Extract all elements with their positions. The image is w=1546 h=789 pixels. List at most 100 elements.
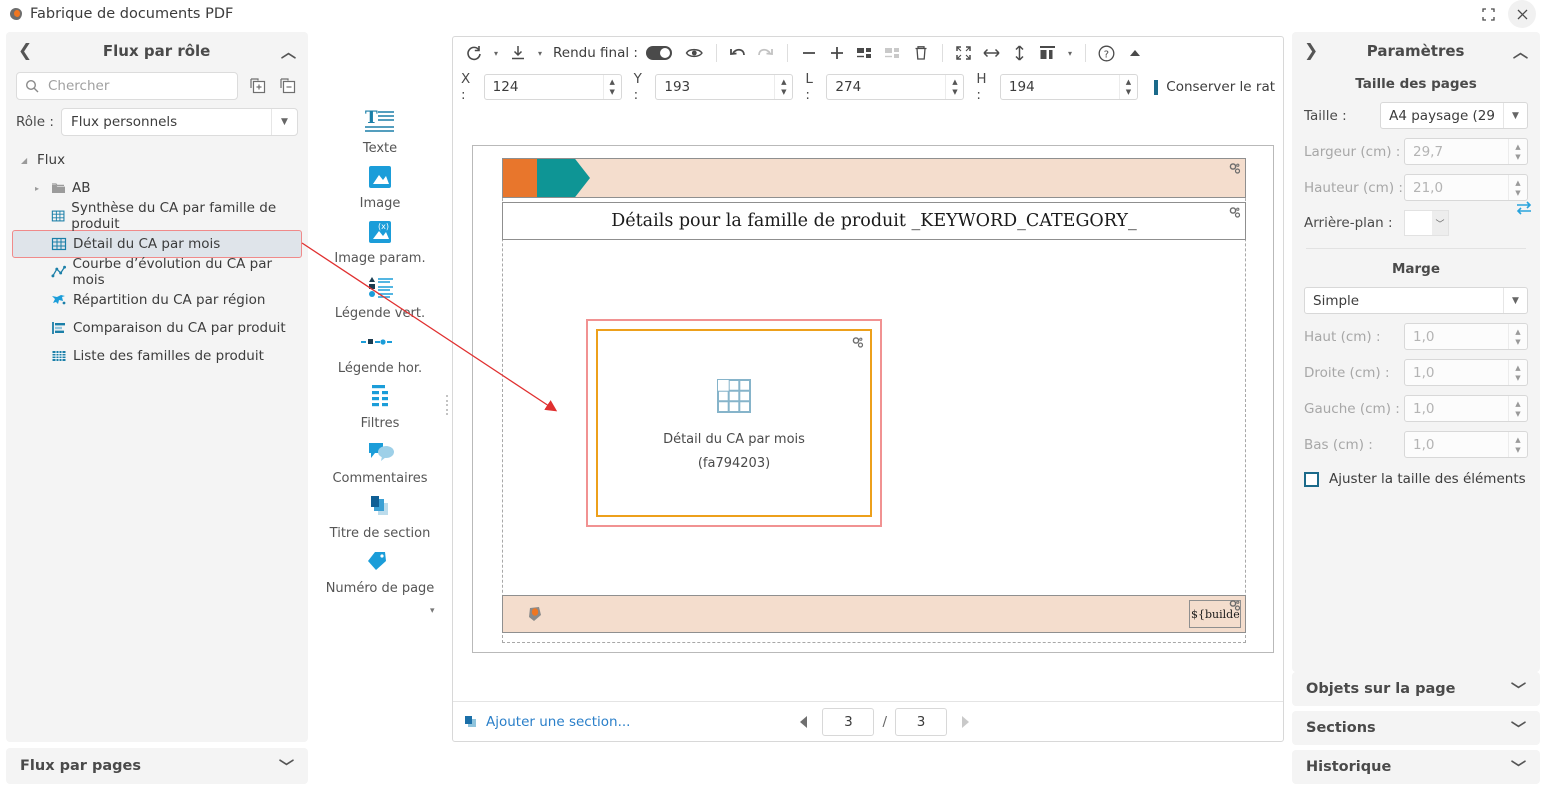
fit-page-icon[interactable]	[951, 40, 977, 66]
y-spinner[interactable]: ▲▼	[655, 74, 794, 100]
tree-item-flux[interactable]: ◢ Flux	[12, 146, 302, 174]
h-input[interactable]	[1000, 75, 1119, 99]
undo-icon[interactable]	[725, 40, 751, 66]
historique-accordion[interactable]: Historique ﹀	[1292, 750, 1540, 784]
adjust-elements-checkbox[interactable]	[1304, 471, 1319, 487]
tool-filtres[interactable]: Filtres	[317, 380, 443, 431]
eye-icon[interactable]	[682, 40, 708, 66]
tree-item-courbe-evolution[interactable]: Courbe d’évolution du CA par mois	[12, 256, 302, 288]
h-spinner-arrows[interactable]: ▲ ▼	[1118, 75, 1137, 99]
total-pages-input[interactable]: 3	[895, 707, 947, 736]
x-input[interactable]	[484, 75, 603, 99]
chevron-down-icon[interactable]: ﹀	[1511, 757, 1526, 778]
swap-dimensions-icon[interactable]	[1514, 200, 1534, 220]
add-section-button[interactable]: Ajouter une section...	[463, 714, 630, 730]
background-color-picker[interactable]: ﹀	[1404, 210, 1449, 236]
twisty-icon[interactable]: ▸	[35, 184, 45, 193]
tool-legende-horizontale[interactable]: Légende hor.	[317, 325, 443, 376]
y-spinner-arrows[interactable]: ▲ ▼	[774, 75, 792, 99]
ungroup-cells-icon[interactable]	[880, 40, 906, 66]
chevron-down-icon[interactable]: ▼	[1503, 288, 1527, 313]
page-size-select[interactable]: A4 paysage (29 ▼	[1380, 102, 1528, 129]
tool-titre-de-section[interactable]: Titre de section	[317, 490, 443, 541]
refresh-caret-icon[interactable]: ▾	[489, 40, 503, 66]
l-spinner[interactable]: ▲▼	[826, 74, 965, 100]
footer-band-object[interactable]: ${builder.	[502, 595, 1246, 633]
tree-item-ab[interactable]: ▸ AB	[12, 174, 302, 202]
close-window-button[interactable]	[1508, 0, 1536, 28]
tool-image[interactable]: Image	[317, 160, 443, 211]
tool-legende-verticale[interactable]: Légende vert.	[317, 270, 443, 321]
fit-height-icon[interactable]	[1007, 40, 1033, 66]
tool-commentaires[interactable]: Commentaires	[317, 435, 443, 486]
chevron-down-icon[interactable]: ﹀	[1432, 211, 1448, 235]
chevron-down-icon[interactable]: ▼	[1503, 103, 1527, 128]
refresh-icon[interactable]	[461, 40, 487, 66]
panel-collapse-chevron-icon[interactable]: ︿	[281, 41, 296, 62]
role-select[interactable]: Flux personnels ▼	[60, 108, 298, 136]
x-spinner-arrows[interactable]: ▲ ▼	[602, 75, 621, 99]
chevron-down-icon[interactable]: ﹀	[279, 756, 294, 777]
margin-preset-select[interactable]: Simple ▼	[1304, 287, 1528, 314]
add-copies-icon[interactable]	[246, 75, 268, 97]
remove-copies-icon[interactable]	[276, 75, 298, 97]
next-page-button[interactable]	[955, 713, 973, 731]
render-final-toggle[interactable]	[645, 46, 672, 60]
search-box[interactable]	[16, 72, 238, 100]
tree-item-detail-ca-par-mois[interactable]: Détail du CA par mois	[12, 230, 302, 258]
sections-accordion[interactable]: Sections ﹀	[1292, 711, 1540, 745]
download-caret-icon[interactable]: ▾	[533, 40, 547, 66]
selected-report-inner[interactable]: Détail du CA par mois (fa794203)	[596, 329, 872, 517]
search-input[interactable]	[46, 77, 229, 95]
x-spinner[interactable]: ▲▼	[483, 74, 622, 100]
collapse-toolbar-icon[interactable]	[1122, 40, 1148, 66]
redo-icon[interactable]	[753, 40, 779, 66]
flux-par-pages-accordion[interactable]: Flux par pages ﹀	[6, 748, 308, 784]
tool-numero-de-page[interactable]: Numéro de page	[317, 545, 443, 596]
chevron-down-icon[interactable]: ﹀	[1511, 679, 1526, 700]
help-icon[interactable]: ?	[1094, 40, 1120, 66]
panel-back-chevron-icon[interactable]: ❮	[18, 41, 32, 61]
maximize-restore-button[interactable]	[1474, 0, 1502, 28]
page-canvas[interactable]: Détails pour la famille de produit _KEYW…	[453, 109, 1283, 703]
group-cells-icon[interactable]	[852, 40, 878, 66]
tool-texte[interactable]: T Texte	[317, 105, 443, 156]
gear-settings-icon[interactable]	[1228, 162, 1242, 176]
y-input[interactable]	[656, 75, 775, 99]
gear-settings-icon[interactable]	[851, 336, 865, 350]
objets-sur-la-page-accordion[interactable]: Objets sur la page ﹀	[1292, 672, 1540, 706]
adjust-elements-row[interactable]: Ajuster la taille des éléments	[1292, 467, 1540, 491]
tree-item-liste-familles[interactable]: Liste des familles de produit	[12, 342, 302, 370]
minus-icon[interactable]	[796, 40, 822, 66]
panel-splitter-handle[interactable]	[445, 395, 449, 415]
layout-icon[interactable]	[1035, 40, 1061, 66]
current-page-input[interactable]: 3	[822, 707, 875, 736]
keep-ratio-row[interactable]: Conserver le rat	[1153, 79, 1275, 95]
document-page[interactable]: Détails pour la famille de produit _KEYW…	[472, 145, 1274, 653]
h-spinner[interactable]: ▲▼	[999, 74, 1138, 100]
header-band-object[interactable]	[502, 158, 1246, 198]
prev-page-button[interactable]	[796, 713, 814, 731]
fit-width-icon[interactable]	[979, 40, 1005, 66]
gear-settings-icon[interactable]	[1228, 599, 1242, 613]
chevron-down-icon[interactable]: ▼	[271, 109, 297, 135]
page-title-object[interactable]: Détails pour la famille de produit _KEYW…	[502, 202, 1246, 240]
panel-expand-chevron-icon[interactable]: ❯	[1304, 41, 1318, 61]
layout-caret-icon[interactable]: ▾	[1063, 40, 1077, 66]
chevron-down-icon[interactable]: ﹀	[1511, 718, 1526, 739]
twisty-icon[interactable]: ◢	[21, 156, 31, 165]
keep-ratio-checkbox[interactable]	[1153, 79, 1159, 95]
l-input[interactable]	[827, 75, 946, 99]
selected-report-object[interactable]: Détail du CA par mois (fa794203)	[586, 319, 882, 527]
tree-item-synthese-ca-famille[interactable]: Synthèse du CA par famille de produit	[12, 200, 302, 232]
gear-settings-icon[interactable]	[1228, 206, 1242, 220]
tree-item-repartition-region[interactable]: Répartition du CA par région	[12, 286, 302, 314]
download-icon[interactable]	[505, 40, 531, 66]
background-color-swatch[interactable]	[1405, 211, 1432, 235]
l-spinner-arrows[interactable]: ▲ ▼	[945, 75, 963, 99]
tool-palette-more-icon[interactable]: ▾	[430, 606, 435, 616]
tree-item-comparaison-produit[interactable]: Comparaison du CA par produit	[12, 314, 302, 342]
panel-collapse-chevron-icon[interactable]: ︿	[1513, 41, 1528, 62]
plus-icon[interactable]	[824, 40, 850, 66]
trash-icon[interactable]	[908, 40, 934, 66]
